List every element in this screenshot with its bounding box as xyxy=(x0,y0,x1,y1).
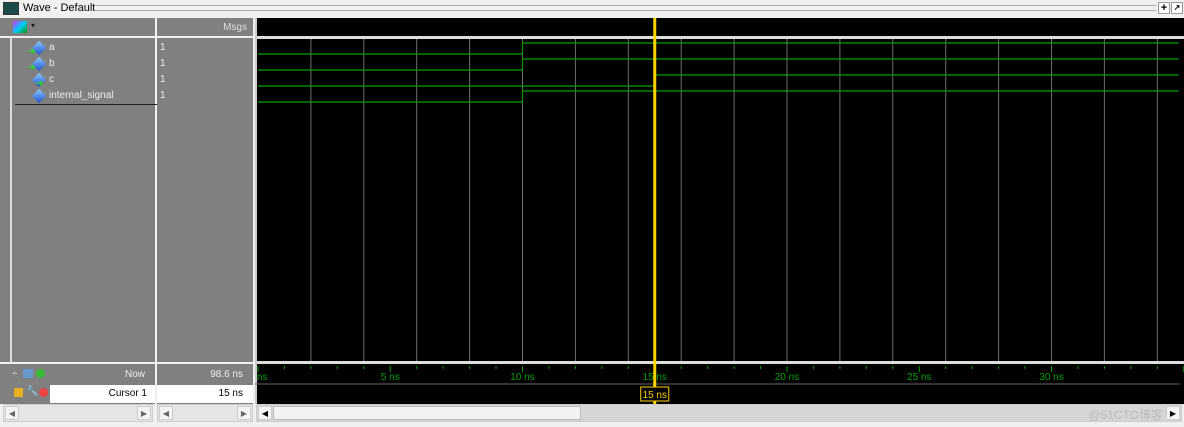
window-title: Wave - Default xyxy=(23,2,96,14)
scroll-right-icon[interactable]: ▶ xyxy=(237,406,251,420)
signal-diamond-icon xyxy=(31,88,47,104)
signal-row-internal_signal[interactable]: internal_signal xyxy=(30,88,155,104)
wrench-icon[interactable]: 🔧 xyxy=(26,386,38,397)
signal-name: internal_signal xyxy=(49,90,114,101)
signal-name: b xyxy=(49,58,55,69)
signal-value: 1 xyxy=(160,58,166,69)
cursor-display-icon[interactable] xyxy=(23,369,33,378)
signal-values-pane: Msgs xyxy=(157,18,253,362)
title-drag-handle[interactable] xyxy=(96,5,1156,11)
add-cursor-icon[interactable] xyxy=(36,369,45,378)
wave-scrollbar[interactable]: ◀ @51CTO博客 ▶ xyxy=(256,404,1182,422)
signal-row-b[interactable]: ➔ b xyxy=(28,56,155,72)
ruler-label: 20 ns xyxy=(775,372,799,383)
scroll-left-icon[interactable]: ◀ xyxy=(159,406,173,420)
status-divider xyxy=(255,361,1184,364)
signal-group-icon[interactable] xyxy=(13,21,27,33)
ruler-label: 10 ns xyxy=(510,372,534,383)
cursor-tools-icon[interactable]: ⌁ xyxy=(12,368,17,379)
signal-value: 1 xyxy=(160,74,166,85)
watermark: @51CTO博客 xyxy=(1088,408,1163,422)
waveform-canvas[interactable]: 0 ns5 ns10 ns15 ns20 ns25 ns30 ns15 ns xyxy=(255,18,1184,404)
signal-name: a xyxy=(49,42,55,53)
ruler-label: 5 ns xyxy=(381,372,400,383)
lock-icon[interactable] xyxy=(14,388,23,397)
signal-row-c[interactable]: ➔ c xyxy=(30,72,155,88)
names-scrollbar[interactable]: ◀ ▶ xyxy=(3,404,153,422)
signal-row-a[interactable]: ➔ a xyxy=(28,40,155,56)
now-label: Now xyxy=(124,369,145,380)
wave-window-icon xyxy=(3,2,19,15)
now-value: 98.6 ns xyxy=(210,369,243,380)
signal-value: 1 xyxy=(160,42,166,53)
ruler-label: 0 ns xyxy=(255,372,267,383)
cursor-name-field[interactable]: Cursor 1 xyxy=(50,385,155,403)
ruler-label: 25 ns xyxy=(907,372,931,383)
wave-scroll-thumb[interactable] xyxy=(273,406,581,420)
scroll-left-icon[interactable]: ◀ xyxy=(258,406,272,420)
cursor-time-label: 15 ns xyxy=(643,390,667,401)
title-bar: Wave - Default + ↗ xyxy=(0,0,1184,17)
cursor-values-pane: 98.6 ns 15 ns xyxy=(157,364,253,404)
add-icon[interactable]: + xyxy=(1158,2,1170,14)
scroll-left-icon[interactable]: ◀ xyxy=(5,406,19,420)
undock-icon[interactable]: ↗ xyxy=(1171,2,1183,14)
cursor-line[interactable] xyxy=(653,18,657,404)
cursor-names-pane: ⌁ Now 🔧 Cursor 1 xyxy=(0,364,155,404)
msgs-header: Msgs xyxy=(223,22,247,33)
pane-divider xyxy=(255,18,257,404)
wave-background xyxy=(255,18,1184,404)
values-scrollbar[interactable]: ◀ ▶ xyxy=(157,404,253,422)
scroll-right-icon[interactable]: ▶ xyxy=(1166,406,1180,420)
ruler-label: 30 ns xyxy=(1039,372,1063,383)
cursor-value-field[interactable]: 15 ns xyxy=(157,385,253,403)
header-divider xyxy=(255,36,1184,39)
scroll-right-icon[interactable]: ▶ xyxy=(137,406,151,420)
chevron-down-icon[interactable]: ▾ xyxy=(31,21,35,30)
signal-name: c xyxy=(49,74,54,85)
signal-value: 1 xyxy=(160,90,166,101)
delete-cursor-icon[interactable] xyxy=(39,388,48,397)
